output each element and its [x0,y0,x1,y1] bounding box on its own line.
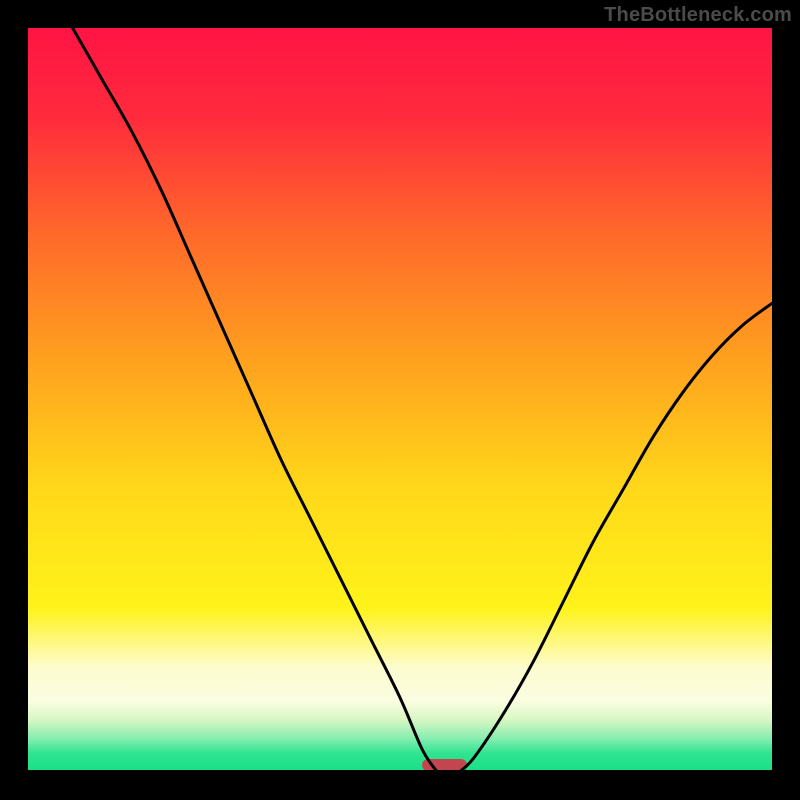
curve-left-branch [73,28,438,772]
plot-area [28,28,772,772]
curve-layer [28,28,772,772]
chart-frame: TheBottleneck.com [0,0,800,800]
watermark-text: TheBottleneck.com [604,4,792,27]
curve-right-branch [460,303,772,772]
x-axis-baseline [28,770,772,772]
